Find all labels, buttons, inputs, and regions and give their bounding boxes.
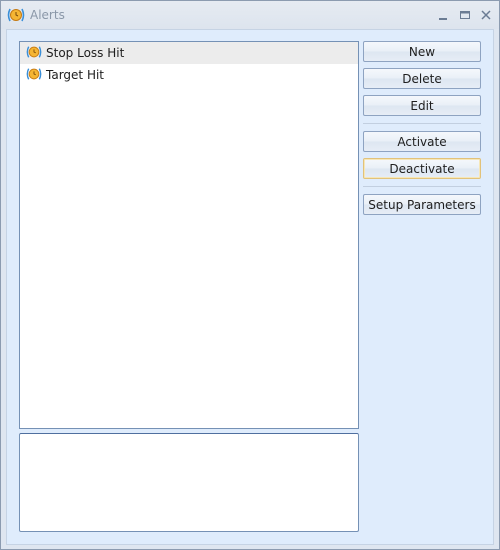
window-title: Alerts [30, 8, 65, 22]
deactivate-button[interactable]: Deactivate [363, 158, 481, 179]
alerts-list[interactable]: Stop Loss Hit Target Hit [19, 41, 359, 429]
title-bar[interactable]: Alerts [1, 1, 499, 29]
list-item[interactable]: Stop Loss Hit [20, 42, 358, 64]
alert-clock-icon [26, 66, 42, 85]
close-icon [481, 10, 491, 20]
list-item[interactable]: Target Hit [20, 64, 358, 86]
alerts-window: Alerts Stop Loss Hit Target Hit New Dele… [0, 0, 500, 550]
close-button[interactable] [478, 7, 494, 23]
new-button[interactable]: New [363, 41, 481, 62]
setup-parameters-button[interactable]: Setup Parameters [363, 194, 481, 215]
maximize-icon [460, 11, 470, 19]
delete-button[interactable]: Delete [363, 68, 481, 89]
minimize-button[interactable] [435, 7, 451, 23]
activate-button[interactable]: Activate [363, 131, 481, 152]
edit-button[interactable]: Edit [363, 95, 481, 116]
separator [363, 123, 481, 124]
alert-label: Target Hit [46, 68, 105, 82]
separator [363, 186, 481, 187]
alert-clock-icon [26, 44, 42, 63]
maximize-button[interactable] [457, 7, 473, 23]
app-icon [7, 7, 25, 23]
alert-detail-box[interactable] [19, 433, 359, 532]
alert-label: Stop Loss Hit [46, 46, 125, 60]
minimize-icon [439, 18, 447, 20]
